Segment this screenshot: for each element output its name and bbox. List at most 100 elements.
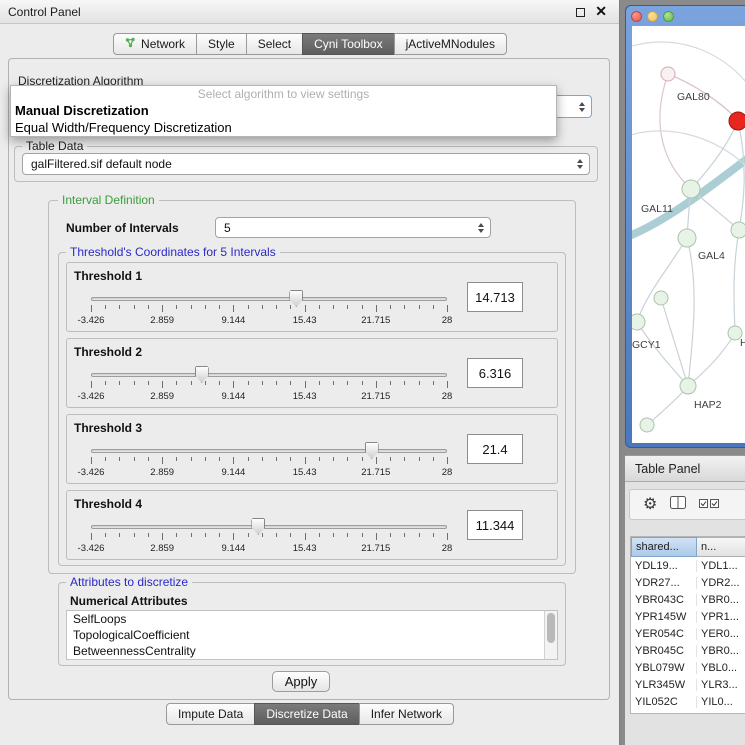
close-button[interactable] [631, 11, 642, 22]
network-node[interactable] [729, 112, 745, 130]
table-cell[interactable]: YBL079W [631, 662, 697, 674]
threshold-value-input[interactable] [467, 510, 523, 540]
network-window[interactable]: GAL80GAL11GAL4GCY1HAP2H [625, 5, 745, 448]
network-node[interactable] [632, 314, 645, 330]
attribute-item[interactable]: SelfLoops [67, 611, 557, 627]
table-cell[interactable]: YPR145W [631, 611, 697, 623]
network-canvas[interactable]: GAL80GAL11GAL4GCY1HAP2H [632, 26, 745, 443]
checkboxes-icon[interactable] [699, 496, 719, 514]
slider-tick [276, 305, 277, 309]
table-row[interactable]: YDL19...YDL1... [631, 557, 745, 574]
network-node[interactable] [678, 229, 696, 247]
table-data-combobox[interactable]: galFiltered.sif default node [22, 153, 590, 175]
network-edge[interactable] [734, 230, 739, 333]
table-cell[interactable]: YIL0... [697, 696, 745, 708]
table-cell[interactable]: YBR045C [631, 645, 697, 657]
attribute-item[interactable]: BetweennessCentrality [67, 643, 557, 659]
minimize-button[interactable] [647, 11, 658, 22]
slider-tick [376, 457, 377, 464]
table-cell[interactable]: YBR0... [697, 594, 745, 606]
table-row[interactable]: YER054CYER0... [631, 625, 745, 642]
slider-ticks [91, 533, 447, 541]
table-cell[interactable]: YBL0... [697, 662, 745, 674]
scrollbar-thumb[interactable] [547, 613, 555, 643]
table-cell[interactable]: YDR2... [697, 577, 745, 589]
table-row[interactable]: YBR043CYBR0... [631, 591, 745, 608]
tab-style[interactable]: Style [196, 33, 247, 55]
network-node[interactable] [731, 222, 745, 238]
column-header-shared-name[interactable]: shared... [631, 537, 697, 557]
threshold-label: Threshold 2 [74, 345, 142, 359]
zoom-button[interactable] [663, 11, 674, 22]
network-edge[interactable] [637, 322, 688, 386]
network-edge[interactable] [738, 121, 744, 230]
table-cell[interactable]: YDL19... [631, 560, 697, 572]
threshold-slider[interactable] [91, 525, 447, 529]
control-panel-titlebar[interactable]: Control Panel ✕ [0, 0, 619, 24]
number-of-intervals-combobox[interactable]: 5 [215, 217, 491, 238]
slider-tick [262, 305, 263, 309]
table-cell[interactable]: YBR0... [697, 645, 745, 657]
tab-jactivemnodules[interactable]: jActiveMNodules [394, 33, 507, 55]
table-cell[interactable]: YIL052C [631, 696, 697, 708]
threshold-label: Threshold 3 [74, 421, 142, 435]
apply-button[interactable]: Apply [272, 671, 330, 692]
threshold-value-input[interactable] [467, 434, 523, 464]
network-node[interactable] [661, 67, 675, 81]
slider-tick [404, 305, 405, 309]
attribute-item[interactable]: TopologicalCoefficient [67, 627, 557, 643]
float-window-icon[interactable] [576, 8, 585, 17]
network-node[interactable] [680, 378, 696, 394]
dropdown-item-equal-width[interactable]: Equal Width/Frequency Discretization [11, 119, 556, 136]
tab-network[interactable]: Network [113, 33, 197, 55]
slider-tick [176, 533, 177, 537]
columns-icon[interactable] [670, 496, 686, 514]
slider-tick [305, 533, 306, 540]
tab-cyni-toolbox[interactable]: Cyni Toolbox [302, 33, 394, 55]
table-row[interactable]: YLR345WYLR3... [631, 676, 745, 693]
slider-tick [248, 381, 249, 385]
tab-discretize-data[interactable]: Discretize Data [254, 703, 359, 725]
scrollbar[interactable] [544, 611, 557, 659]
table-row[interactable]: YBR045CYBR0... [631, 642, 745, 659]
threshold-slider[interactable] [91, 373, 447, 377]
table-row[interactable]: YPR145WYPR1... [631, 608, 745, 625]
column-header-name[interactable]: n... [697, 537, 745, 557]
tab-impute-data[interactable]: Impute Data [166, 703, 255, 725]
slider-tick [233, 305, 234, 312]
table-row[interactable]: YBL079WYBL0... [631, 659, 745, 676]
table-cell[interactable]: YPR1... [697, 611, 745, 623]
network-edge[interactable] [661, 298, 688, 386]
table-row[interactable]: YIL052CYIL0... [631, 693, 745, 710]
network-edge[interactable] [637, 238, 687, 322]
network-node-label: HAP2 [694, 399, 722, 411]
table-panel-titlebar[interactable]: Table Panel [625, 456, 745, 482]
threshold-slider[interactable] [91, 449, 447, 453]
table-cell[interactable]: YBR043C [631, 594, 697, 606]
tab-select[interactable]: Select [246, 33, 303, 55]
gear-icon[interactable]: ⚙ [643, 497, 657, 513]
threshold-slider[interactable] [91, 297, 447, 301]
tab-infer-network[interactable]: Infer Network [359, 703, 454, 725]
threshold-value-input[interactable] [467, 358, 523, 388]
table-cell[interactable]: YER0... [697, 628, 745, 640]
table-cell[interactable]: YDR27... [631, 577, 697, 589]
network-edge[interactable] [632, 42, 745, 96]
table-cell[interactable]: YDL1... [697, 560, 745, 572]
table-row[interactable]: YDR27...YDR2... [631, 574, 745, 591]
network-node[interactable] [654, 291, 668, 305]
network-node[interactable] [682, 180, 700, 198]
dropdown-item-manual-discretization[interactable]: Manual Discretization [11, 102, 556, 119]
table-cell[interactable]: YER054C [631, 628, 697, 640]
close-icon[interactable]: ✕ [595, 3, 607, 20]
table-cell[interactable]: YLR345W [631, 679, 697, 691]
network-edge[interactable] [687, 238, 694, 386]
network-node[interactable] [640, 418, 654, 432]
table-cell[interactable]: YLR3... [697, 679, 745, 691]
table-data-label: Table Data [22, 139, 87, 153]
number-of-intervals-label: Number of Intervals [66, 221, 179, 235]
slider-tick [390, 533, 391, 537]
numerical-attributes-list[interactable]: SelfLoopsTopologicalCoefficientBetweenne… [66, 610, 558, 660]
threshold-value-input[interactable] [467, 282, 523, 312]
network-edge[interactable] [688, 333, 735, 386]
